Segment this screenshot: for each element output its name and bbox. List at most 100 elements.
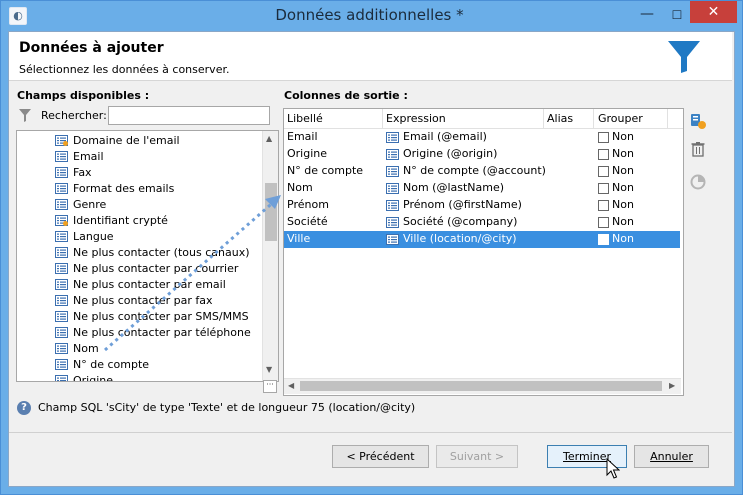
output-columns-label: Colonnes de sortie :: [284, 89, 408, 102]
filter-funnel-icon: [668, 41, 700, 73]
field-icon: [55, 199, 68, 210]
grid-rows: Email Email (@email) Non Origine Origine (@o…: [284, 129, 683, 379]
tree-item[interactable]: Domaine de l'email: [17, 133, 247, 149]
table-row[interactable]: Société Société (@company) Non: [284, 214, 680, 231]
field-icon: [386, 234, 399, 245]
filter-icon: [19, 109, 31, 122]
search-input[interactable]: [108, 106, 270, 125]
available-fields-label: Champs disponibles :: [17, 89, 150, 102]
distribution-icon[interactable]: [690, 174, 706, 190]
row-label-cell: Société: [287, 215, 328, 228]
tree-options-icon[interactable]: ···: [263, 380, 277, 393]
scroll-left-arrow-icon[interactable]: ◀: [288, 381, 294, 390]
finish-button-label: Terminer: [563, 450, 611, 463]
field-icon: [55, 359, 68, 370]
row-expression-cell: Société (@company): [403, 215, 518, 228]
scroll-down-arrow-icon[interactable]: ▼: [266, 365, 272, 374]
row-group-cell: Non: [612, 130, 634, 143]
table-row[interactable]: Email Email (@email) Non: [284, 129, 680, 146]
field-icon: [55, 327, 68, 338]
page-title: Données à ajouter: [19, 40, 164, 56]
field-icon: [386, 132, 399, 143]
tree-item-label: Email: [73, 150, 104, 163]
table-row[interactable]: N° de compte N° de compte (@account) Non: [284, 163, 680, 180]
group-checkbox[interactable]: [598, 200, 609, 211]
footer-divider: [9, 432, 732, 433]
row-expression-cell: Ville (location/@city): [403, 232, 517, 245]
row-label-cell: Email: [287, 130, 318, 143]
tree-item[interactable]: Email: [17, 149, 247, 165]
delete-icon[interactable]: [690, 141, 706, 157]
column-header-expression[interactable]: Expression: [386, 112, 446, 125]
field-icon: [55, 247, 68, 258]
field-icon: [386, 166, 399, 177]
mouse-cursor-icon: [606, 458, 620, 479]
maximize-button[interactable]: ☐: [664, 6, 690, 24]
grid-header: Libellé Expression Alias Grouper: [284, 109, 683, 129]
field-icon: [386, 149, 399, 160]
row-group-cell: Non: [612, 232, 634, 245]
cancel-button[interactable]: Annuler: [634, 445, 709, 468]
field-icon: [55, 295, 68, 306]
group-checkbox[interactable]: [598, 183, 609, 194]
group-checkbox[interactable]: [598, 132, 609, 143]
row-expression-cell: Nom (@lastName): [403, 181, 505, 194]
row-label-cell: Nom: [287, 181, 313, 194]
tree-item[interactable]: Origine: [17, 373, 247, 381]
group-checkbox[interactable]: [598, 234, 609, 245]
row-group-cell: Non: [612, 181, 634, 194]
column-header-label[interactable]: Libellé: [287, 112, 323, 125]
row-label-cell: Prénom: [287, 198, 329, 211]
field-info-text: Champ SQL 'sCity' de type 'Texte' et de …: [38, 401, 416, 414]
output-columns-grid[interactable]: Libellé Expression Alias Grouper Email Em…: [283, 108, 684, 396]
row-label-cell: Origine: [287, 147, 328, 160]
scroll-up-arrow-icon[interactable]: ▲: [266, 134, 272, 143]
close-button[interactable]: ✕: [690, 1, 737, 23]
table-row[interactable]: Prénom Prénom (@firstName) Non: [284, 197, 680, 214]
table-row[interactable]: Origine Origine (@origin) Non: [284, 146, 680, 163]
previous-button[interactable]: < Précédent: [332, 445, 429, 468]
table-row[interactable]: Nom Nom (@lastName) Non: [284, 180, 680, 197]
field-icon: [386, 183, 399, 194]
tree-item[interactable]: Fax: [17, 165, 247, 181]
field-icon: [386, 200, 399, 211]
computed-field-icon: [55, 215, 68, 226]
previous-button-label: < Précédent: [346, 450, 415, 463]
group-checkbox[interactable]: [598, 149, 609, 160]
next-button-label: Suivant >: [449, 450, 505, 463]
tree-item-label: Domaine de l'email: [73, 134, 180, 147]
grid-h-scrollbar[interactable]: ◀ ▶: [284, 378, 681, 394]
group-checkbox[interactable]: [598, 217, 609, 228]
help-icon: ?: [17, 401, 31, 415]
column-header-alias[interactable]: Alias: [547, 112, 573, 125]
tree-item-label: Origine: [73, 374, 114, 381]
next-button[interactable]: Suivant >: [436, 445, 518, 468]
row-group-cell: Non: [612, 164, 634, 177]
row-expression-cell: Prénom (@firstName): [403, 198, 522, 211]
table-row[interactable]: Ville Ville (location/@city) Non: [284, 231, 680, 248]
field-icon: [55, 151, 68, 162]
column-header-group[interactable]: Grouper: [598, 112, 643, 125]
window-title: Données additionnelles *: [275, 6, 464, 24]
field-icon: [55, 231, 68, 242]
add-expression-icon[interactable]: [689, 112, 707, 130]
row-group-cell: Non: [612, 147, 634, 160]
row-expression-cell: N° de compte (@account): [403, 164, 546, 177]
row-expression-cell: Origine (@origin): [403, 147, 498, 160]
row-label-cell: N° de compte: [287, 164, 364, 177]
computed-field-icon: [55, 135, 68, 146]
group-checkbox[interactable]: [598, 166, 609, 177]
field-icon: [55, 167, 68, 178]
column-divider: [382, 109, 383, 128]
field-icon: [55, 375, 68, 381]
row-group-cell: Non: [612, 198, 634, 211]
drag-arrow-icon: [104, 195, 281, 352]
h-scrollbar-thumb[interactable]: [300, 381, 662, 391]
cancel-button-label: Annuler: [650, 450, 693, 463]
column-divider: [593, 109, 594, 128]
field-icon: [386, 217, 399, 228]
scroll-right-arrow-icon[interactable]: ▶: [669, 381, 675, 390]
row-group-cell: Non: [612, 215, 634, 228]
row-expression-cell: Email (@email): [403, 130, 487, 143]
minimize-button[interactable]: —: [634, 6, 660, 24]
